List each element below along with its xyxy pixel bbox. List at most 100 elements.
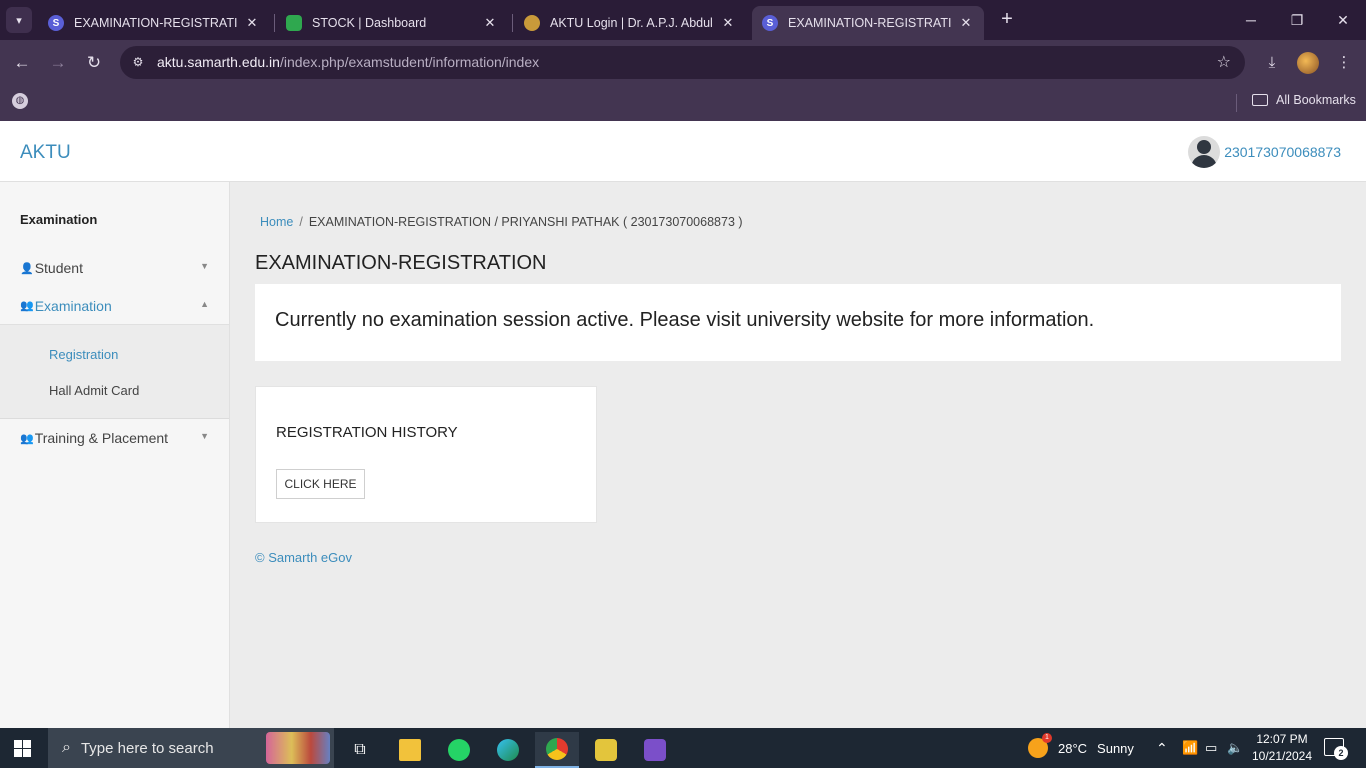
close-tab-icon[interactable]: ✕ [958,15,974,31]
sidebar-item-examination[interactable]: 👥 Examination ▲ [0,287,229,325]
sidebar-item-label: Training & Placement [34,430,169,446]
footer-link[interactable]: © Samarth eGov [255,550,352,565]
battery-icon[interactable]: ▭ [1205,728,1217,768]
samarth-favicon-icon: S [762,15,778,31]
user-id[interactable]: 230173070068873 [1224,144,1341,160]
weather-widget[interactable]: 1 28°C Sunny [1028,728,1134,768]
volume-icon[interactable]: 🔈 [1227,728,1243,768]
tab-aktu-login[interactable]: AKTU Login | Dr. A.P.J. Abdul Ka ✕ [514,6,746,40]
chrome-icon[interactable] [535,732,579,768]
menu-kebab-icon[interactable]: ⋮ [1332,51,1356,75]
all-bookmarks-button[interactable]: All Bookmarks [1252,93,1356,107]
profile-avatar-icon[interactable] [1297,52,1319,74]
sidebar-item-training-placement[interactable]: 👥 Training & Placement ▼ [0,419,229,457]
new-tab-icon[interactable]: + [996,9,1018,31]
alert-box: Currently no examination session active.… [255,284,1341,361]
snipping-tool-icon[interactable] [584,732,628,768]
user-menu[interactable]: 230173070068873 [1188,136,1341,168]
tab-title: EXAMINATION-REGISTRATION [74,16,238,30]
whatsapp-icon[interactable] [437,732,481,768]
browser-tab-bar: ▾ S EXAMINATION-REGISTRATION ✕ STOCK | D… [0,0,1366,40]
sidebar-item-label: Examination [34,297,112,314]
sidebar-heading: Examination [20,212,98,227]
bookmark-star-icon[interactable]: ☆ [1217,52,1231,72]
sidebar-item-label: Student [34,260,83,276]
sidebar-subitem-hall-admit-card[interactable]: Hall Admit Card [49,383,139,398]
weather-desc: Sunny [1097,740,1134,756]
examination-submenu: Registration Hall Admit Card [0,325,229,419]
wifi-icon[interactable]: 📶 [1182,728,1198,768]
close-tab-icon[interactable]: ✕ [720,15,736,31]
minimize-icon[interactable]: ─ [1236,8,1266,32]
alert-message: Currently no examination session active.… [275,309,1095,331]
restore-icon[interactable]: ❐ [1282,8,1312,32]
caret-down-icon: ▼ [200,431,209,441]
forward-icon[interactable]: → [45,50,71,76]
globe-icon[interactable]: ◍ [12,93,28,109]
card-title: REGISTRATION HISTORY [276,424,458,441]
close-tab-icon[interactable]: ✕ [244,15,260,31]
taskbar: ⌕ Type here to search ⧉ 1 28°C Sunny ⌃ 📶… [0,728,1366,768]
back-icon[interactable]: ← [9,50,35,76]
caret-up-icon: ▲ [200,299,209,309]
all-bookmarks-label: All Bookmarks [1276,93,1356,107]
clock-time: 12:07 PM [1256,732,1308,746]
weather-temp: 28°C [1058,740,1088,756]
browser-toolbar: ← → ↻ ⚙ aktu.samarth.edu.in/index.php/ex… [0,40,1366,85]
sidebar-subitem-registration[interactable]: Registration [49,347,118,362]
show-hidden-icons-icon[interactable]: ⌃ [1156,728,1168,768]
tab-examination-registration-1[interactable]: S EXAMINATION-REGISTRATION ✕ [38,6,270,40]
edge-icon[interactable] [486,732,530,768]
clock-date: 10/21/2024 [1251,749,1313,763]
close-window-icon[interactable]: ✕ [1328,8,1358,32]
weather-alert-badge: 1 [1042,733,1052,743]
page-title: EXAMINATION-REGISTRATION [255,252,547,274]
users-icon: 👥 [20,432,34,445]
tab-separator [512,14,513,32]
brand-link[interactable]: AKTU [20,142,71,164]
samarth-favicon-icon: S [48,15,64,31]
sun-icon: 1 [1028,733,1052,758]
sidebar: Examination 👤 Student ▼ 👥 Examination ▲ … [0,182,230,728]
search-placeholder: Type here to search [80,739,214,757]
close-tab-icon[interactable]: ✕ [482,15,498,31]
notification-count-badge: 2 [1334,746,1348,760]
main-content: Home / EXAMINATION-REGISTRATION / PRIYANSH… [230,182,1366,728]
file-explorer-icon[interactable] [388,732,432,768]
click-here-button[interactable]: CLICK HERE [276,469,365,499]
windows-start-icon[interactable] [14,740,31,757]
tab-title: EXAMINATION-REGISTRATION [788,16,952,30]
tab-separator [274,14,275,32]
folder-icon [1252,94,1268,106]
tab-title: AKTU Login | Dr. A.P.J. Abdul Ka [550,16,714,30]
tab-stock-dashboard[interactable]: STOCK | Dashboard ✕ [276,6,508,40]
registration-history-card: REGISTRATION HISTORY CLICK HERE [255,386,597,523]
tab-examination-registration-active[interactable]: S EXAMINATION-REGISTRATION ✕ [752,6,984,40]
breadcrumb-home-link[interactable]: Home [260,215,293,229]
download-icon[interactable]: ⤓ [1260,51,1284,75]
bookmarks-divider [1236,94,1237,112]
clock[interactable]: 12:07 PM 10/21/2024 [1250,731,1314,765]
tab-title: STOCK | Dashboard [312,16,427,30]
users-icon: 👥 [20,300,34,312]
caret-down-icon: ▼ [200,261,209,271]
search-highlight-icon[interactable] [266,732,330,764]
visual-studio-icon[interactable] [633,732,677,768]
breadcrumb-current: EXAMINATION-REGISTRATION / PRIYANSHI PAT… [308,215,743,229]
tab-search-button[interactable]: ▾ [6,7,32,33]
breadcrumb-separator: / [299,215,303,229]
stock-favicon-icon [286,15,302,31]
user-avatar-icon [1188,136,1221,168]
reload-icon[interactable]: ↻ [81,50,107,76]
user-icon: 👤 [20,262,34,275]
breadcrumb: Home / EXAMINATION-REGISTRATION / PRIYANSH… [260,215,743,229]
site-info-icon[interactable]: ⚙ [130,54,146,70]
aktu-favicon-icon [524,15,540,31]
task-view-icon[interactable]: ⧉ [338,732,382,768]
page-header: AKTU 230173070068873 [0,121,1366,182]
address-bar[interactable]: ⚙ aktu.samarth.edu.in/index.php/examstud… [120,46,1245,79]
bookmarks-bar: ◍ All Bookmarks [0,85,1366,121]
url-text: aktu.samarth.edu.in/index.php/examstuden… [157,54,540,70]
search-icon: ⌕ [62,739,71,756]
sidebar-item-student[interactable]: 👤 Student ▼ [0,249,229,287]
